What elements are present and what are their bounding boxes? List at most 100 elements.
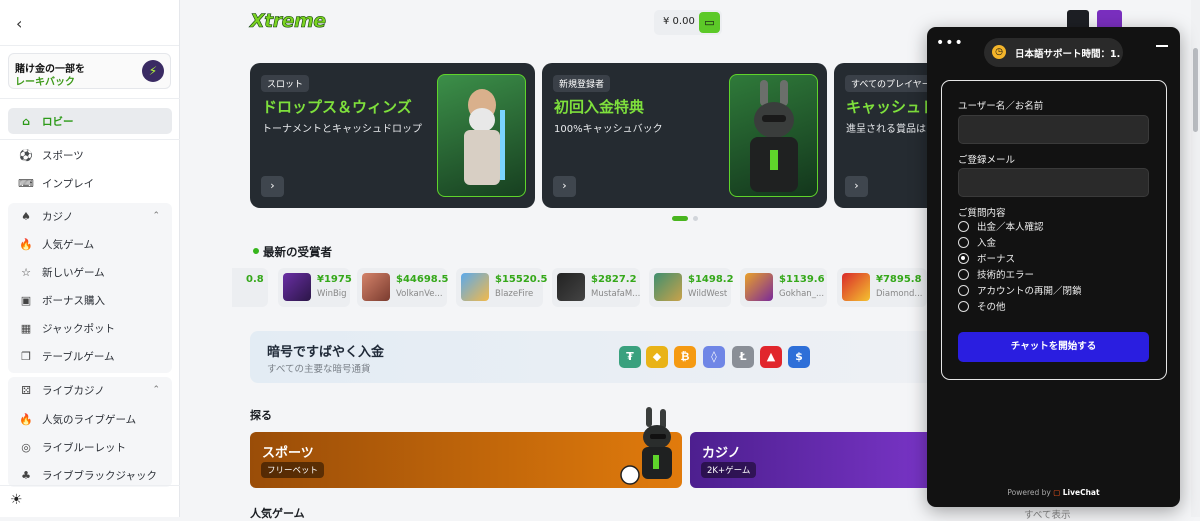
chevron-left-icon[interactable]: ‹	[16, 14, 22, 33]
winner-card[interactable]: $15520.5 BlazeFire	[456, 268, 548, 307]
litecoin-icon: Ł	[732, 346, 754, 368]
radio-option-other[interactable]: その他	[958, 299, 1006, 313]
sidebar-item-casino[interactable]: ♠ カジノ ⌃	[8, 203, 172, 229]
wallet-icon[interactable]: ▭	[699, 12, 720, 33]
sidebar-item-lobby[interactable]: ⌂ ロビー	[8, 108, 172, 134]
zeus-figure-image	[464, 89, 505, 185]
rakeback-banner[interactable]: 賭け金の一部を レーキバック ⚡	[8, 53, 171, 89]
game-thumbnail	[283, 273, 311, 301]
tron-icon: ▲	[760, 346, 782, 368]
promo-next-button[interactable]: ›	[845, 176, 868, 197]
radio-button[interactable]	[958, 268, 969, 280]
sidebar-item-label: ロビー	[42, 115, 74, 128]
promo-tag: 新規登録者	[553, 75, 611, 92]
winner-card[interactable]: $44698.5 VolkanVe...	[357, 268, 449, 307]
sidebar-item-label: ジャックポット	[42, 322, 115, 335]
carousel-dot-active[interactable]	[672, 216, 688, 221]
sidebar-item-live-roulette[interactable]: ◎ ライブルーレット	[8, 434, 172, 460]
sidebar-item-label: ライブルーレット	[42, 441, 126, 454]
cards-icon: ❐	[21, 349, 31, 363]
home-icon: ⌂	[22, 114, 30, 128]
category-badge: 2K+ゲーム	[701, 462, 757, 478]
sidebar-header: ‹	[0, 0, 179, 46]
question-label: ご質問内容	[958, 208, 1006, 219]
winner-amount: $44698.5	[396, 274, 449, 285]
sidebar-item-popular-live[interactable]: 🔥 人気のライブゲーム	[8, 406, 172, 432]
radio-option-technical[interactable]: 技術的エラー	[958, 267, 1034, 281]
promo-tag: スロット	[261, 75, 310, 92]
sidebar-item-sports[interactable]: ⚽ スポーツ	[8, 142, 172, 168]
game-thumbnail	[461, 273, 489, 301]
show-all-link[interactable]: すべて表示	[1024, 507, 1070, 521]
category-badge: フリーベット	[261, 462, 325, 478]
radio-option-bonus[interactable]: ボーナス	[958, 251, 1015, 265]
gamepad-icon: ⌨	[18, 176, 34, 190]
name-field[interactable]	[958, 115, 1149, 144]
scrollbar-thumb[interactable]	[1193, 48, 1198, 132]
soccer-ball-icon: ⚽	[19, 148, 33, 162]
popular-games-title: 人気ゲーム	[250, 507, 305, 520]
sun-icon[interactable]: ☀	[10, 492, 23, 508]
ethereum-icon: ◊	[703, 346, 725, 368]
start-chat-button[interactable]: チャットを開始する	[958, 332, 1149, 362]
radio-button[interactable]	[958, 236, 969, 248]
radio-option-account[interactable]: アカウントの再開／閉鎖	[958, 283, 1082, 297]
sidebar-item-live-casino[interactable]: ⚄ ライブカジノ ⌃	[8, 377, 172, 403]
sidebar-item-table-games[interactable]: ❐ テーブルゲーム	[8, 343, 172, 369]
promo-card[interactable]: 新規登録者 初回入金特典 100%キャッシュバック ›	[542, 63, 827, 208]
promo-card[interactable]: すべてのプレイヤー キャッシュド 進呈される賞品は ›	[834, 63, 940, 208]
support-hours-pill: ◷ 日本語サポート時間：1...	[984, 38, 1123, 67]
radio-button[interactable]	[958, 284, 969, 296]
promo-next-button[interactable]: ›	[553, 176, 576, 197]
sidebar-item-inplay[interactable]: ⌨ インプレイ	[8, 170, 172, 196]
radio-label: 入金	[977, 238, 997, 249]
live-indicator-dot	[253, 248, 259, 254]
crypto-subtitle: すべての主要な暗号通貨	[267, 364, 371, 375]
sidebar-item-label: ボーナス購入	[42, 294, 105, 307]
sidebar-item-bonus-buy[interactable]: ▣ ボーナス購入	[8, 287, 172, 313]
minimize-icon[interactable]	[1156, 45, 1168, 47]
site-logo[interactable]: Xtreme	[250, 10, 327, 33]
winner-card[interactable]: $2827.2 MustafaM...	[552, 268, 640, 307]
balance-display[interactable]: ¥ 0.00 ▭	[654, 10, 722, 35]
promo-next-button[interactable]: ›	[261, 176, 284, 197]
sidebar-item-jackpot[interactable]: ▦ ジャックポット	[8, 315, 172, 341]
category-casino[interactable]: カジノ 2K+ゲーム	[690, 432, 940, 488]
rabbit-soccer-mascot-image	[620, 407, 672, 485]
sidebar-item-new-games[interactable]: ☆ 新しいゲーム	[8, 259, 172, 285]
ticket-icon: ▣	[20, 293, 32, 307]
promo-subtitle: 100%キャッシュバック	[554, 124, 663, 135]
powered-by-footer[interactable]: Powered by ▢ LiveChat	[927, 488, 1180, 497]
rakeback-line2: レーキバック	[15, 77, 75, 88]
crypto-title: 暗号ですばやく入金	[267, 345, 385, 360]
winner-game: WildWest	[688, 289, 728, 299]
sidebar-item-label: ライブブラックジャック	[42, 469, 157, 482]
promo-card[interactable]: スロット ドロップス＆ウィンズ トーナメントとキャッシュドロップ ›	[250, 63, 535, 208]
sidebar-item-label: 新しいゲーム	[42, 266, 105, 279]
winner-card[interactable]: $1139.6 Gokhan_...	[740, 268, 827, 307]
game-thumbnail	[654, 273, 682, 301]
winner-card[interactable]: ¥1975 WinBig	[278, 268, 352, 307]
sidebar-item-label: ライブカジノ	[42, 384, 105, 397]
radio-button[interactable]	[958, 220, 969, 232]
winner-card[interactable]: $1498.2 WildWest	[649, 268, 734, 307]
radio-option-deposit[interactable]: 入金	[958, 235, 996, 249]
page-scrollbar[interactable]	[1191, 0, 1200, 517]
chevron-up-icon: ⌃	[152, 385, 160, 395]
chevron-up-icon: ⌃	[152, 211, 160, 221]
winner-card[interactable]: ¥7895.8 Diamond...	[837, 268, 927, 307]
radio-button-selected[interactable]	[958, 252, 969, 264]
more-horizontal-icon[interactable]: •••	[936, 35, 964, 51]
email-field[interactable]	[958, 168, 1149, 197]
winner-amount: 0.8	[246, 274, 264, 285]
sidebar-item-popular-games[interactable]: 🔥 人気ゲーム	[8, 231, 172, 257]
radio-label: 出金／本人確認	[977, 222, 1044, 233]
radio-button[interactable]	[958, 300, 969, 312]
livechat-logo-icon: ▢	[1053, 488, 1061, 497]
winner-card[interactable]: 0.8	[232, 268, 268, 307]
winner-amount: ¥1975	[317, 274, 352, 285]
radio-option-withdrawal[interactable]: 出金／本人確認	[958, 219, 1044, 233]
email-label: ご登録メール	[958, 155, 1016, 166]
crypto-deposit-banner[interactable]: 暗号ですばやく入金 すべての主要な暗号通貨 ₮ ◆ ₿ ◊ Ł ▲ $	[250, 331, 940, 383]
carousel-dot[interactable]	[693, 216, 698, 221]
